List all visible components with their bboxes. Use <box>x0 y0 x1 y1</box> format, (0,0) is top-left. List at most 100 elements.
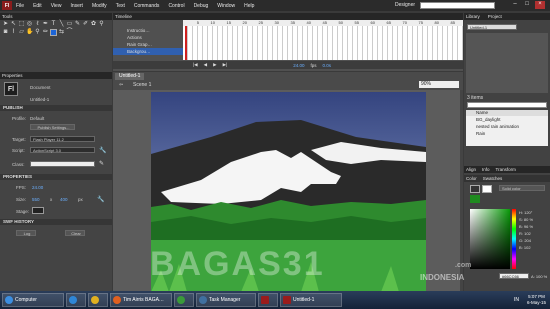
alpha-value[interactable]: A: 100 % <box>531 274 547 279</box>
fill-swatch-icon[interactable] <box>482 185 492 193</box>
bone-tool-icon[interactable]: ⚲ <box>98 21 105 28</box>
layer-actions[interactable]: Actions <box>113 34 183 41</box>
prev-frame-icon[interactable]: ◀ <box>204 62 207 68</box>
publish-settings-button[interactable]: Publish Settings... <box>30 124 75 130</box>
layer-rain-graphic[interactable]: Rain Grap… <box>113 41 183 48</box>
class-input[interactable] <box>30 161 95 167</box>
back-arrow-icon[interactable]: ⇦ <box>119 82 123 88</box>
publish-section[interactable]: PUBLISH <box>0 105 112 111</box>
menu-insert[interactable]: Insert <box>70 3 83 9</box>
menu-control[interactable]: Control <box>168 3 184 9</box>
menu-window[interactable]: Window <box>217 3 235 9</box>
selection-tool-icon[interactable]: ➤ <box>2 21 9 28</box>
green-value[interactable]: G: 204 <box>519 237 533 244</box>
project-tab[interactable]: Project <box>488 13 502 20</box>
stage-color-swatch[interactable] <box>32 207 44 214</box>
library-item-bg[interactable]: BG_daylight <box>466 116 548 123</box>
line-tool-icon[interactable]: ╲ <box>58 21 65 28</box>
subselection-tool-icon[interactable]: ↖ <box>10 21 17 28</box>
fps-value[interactable]: 24.00 <box>32 185 43 190</box>
deco-tool-icon[interactable]: ✿ <box>90 21 97 28</box>
stroke-color-icon[interactable]: ✏ <box>42 29 49 36</box>
clock-date[interactable]: 6-May-15 <box>527 300 546 306</box>
menu-edit[interactable]: Edit <box>33 3 42 9</box>
red-value[interactable]: R: 102 <box>519 230 533 237</box>
menu-modify[interactable]: Modify <box>92 3 107 9</box>
zoom-tool-icon[interactable]: ⚲ <box>34 29 41 36</box>
menu-text[interactable]: Text <box>116 3 125 9</box>
library-tab[interactable]: Library <box>466 13 480 20</box>
zoom-select[interactable]: 90% <box>419 81 459 88</box>
properties-section[interactable]: PROPERTIES <box>0 174 112 180</box>
color-picker[interactable] <box>470 209 510 269</box>
eyedropper-icon[interactable]: ⌇ <box>10 29 17 36</box>
blue-value[interactable]: B: 102 <box>519 244 533 251</box>
align-tab[interactable]: Align <box>466 166 476 173</box>
eraser-icon[interactable]: ▱ <box>18 29 25 36</box>
layer-instructions[interactable]: Instructio… <box>113 27 183 34</box>
menu-file[interactable]: File <box>16 3 24 9</box>
color-type-select[interactable]: Solid color <box>499 185 545 191</box>
info-tab[interactable]: Info <box>482 166 490 173</box>
free-transform-icon[interactable]: ⬚ <box>18 21 25 28</box>
pencil-icon[interactable]: ✎ <box>74 21 81 28</box>
close-icon[interactable]: × <box>535 1 545 9</box>
next-frame-icon[interactable]: ▶| <box>223 62 228 68</box>
task-manager[interactable]: Task Manager <box>196 293 256 307</box>
brush-icon[interactable]: ✐ <box>82 21 89 28</box>
swatches-tab[interactable]: Swatches <box>483 175 503 182</box>
library-search-input[interactable] <box>467 102 547 108</box>
target-select[interactable]: Flash Player 11.2 <box>30 136 95 142</box>
play-icon[interactable]: ▶ <box>213 62 216 68</box>
color-tab[interactable]: Color <box>466 175 477 182</box>
workspace-switcher[interactable]: Designer <box>395 2 415 8</box>
paint-bucket-icon[interactable]: ◙ <box>2 29 9 36</box>
task-computer[interactable]: Computer <box>2 293 64 307</box>
minimize-icon[interactable]: – <box>510 1 520 9</box>
library-item-rain[interactable]: Rain <box>466 130 548 137</box>
rectangle-tool-icon[interactable]: ▭ <box>66 21 73 28</box>
wrench-icon[interactable]: 🔧 <box>99 147 106 154</box>
menu-view[interactable]: View <box>51 3 62 9</box>
3d-rotation-icon[interactable]: ◎ <box>26 21 33 28</box>
fill-color-swatch[interactable] <box>50 29 57 36</box>
library-doc-select[interactable]: Untitled-1 <box>467 24 517 30</box>
help-search-input[interactable] <box>420 2 495 9</box>
lasso-icon[interactable]: ℓ <box>34 21 41 28</box>
script-select[interactable]: ActionScript 3.0 <box>30 147 95 153</box>
hue-slider[interactable] <box>512 209 516 269</box>
hue-value[interactable]: H: 120° <box>519 209 533 216</box>
maximize-icon[interactable]: □ <box>522 1 532 9</box>
playhead[interactable] <box>185 26 187 60</box>
frame-grid[interactable] <box>183 26 463 60</box>
menu-debug[interactable]: Debug <box>194 3 209 9</box>
library-item-nested-rain[interactable]: nested rain animation <box>466 123 548 130</box>
layer-background[interactable]: Backgrou… <box>113 48 183 55</box>
first-frame-icon[interactable]: |◀ <box>193 62 198 68</box>
text-tool-icon[interactable]: T <box>50 21 57 28</box>
snap-icon[interactable]: ⌒ <box>66 29 73 36</box>
task-firefox[interactable]: Tim Airris BAGA… <box>110 293 172 307</box>
lang-indicator[interactable]: IN <box>514 297 519 303</box>
edit-class-icon[interactable]: ✎ <box>99 160 104 167</box>
brightness-value[interactable]: B: 96 % <box>519 223 533 230</box>
task-flash-icon-btn[interactable] <box>258 293 278 307</box>
stroke-swatch-icon[interactable] <box>470 185 480 193</box>
task-untitled[interactable]: Untitled-1 <box>280 293 342 307</box>
menu-commands[interactable]: Commands <box>134 3 160 9</box>
task-app[interactable] <box>174 293 194 307</box>
swap-colors-icon[interactable]: ⇆ <box>58 29 65 36</box>
edit-doc-wrench-icon[interactable]: 🔧 <box>97 196 104 203</box>
log-button[interactable]: Log <box>16 230 36 236</box>
timeline-fps[interactable]: 24.00 <box>293 63 304 68</box>
pen-tool-icon[interactable]: ✒ <box>42 21 49 28</box>
task-chrome[interactable] <box>88 293 108 307</box>
clear-button[interactable]: Clear <box>65 230 85 236</box>
hex-input[interactable]: #66CC66 <box>499 273 529 279</box>
swf-history-section[interactable]: SWF HISTORY <box>0 219 112 225</box>
width-value[interactable]: 550 <box>32 197 40 202</box>
menu-help[interactable]: Help <box>244 3 254 9</box>
hand-tool-icon[interactable]: ✋ <box>26 29 33 36</box>
transform-tab[interactable]: Transform <box>496 166 516 173</box>
active-fill-swatch[interactable] <box>470 195 480 203</box>
